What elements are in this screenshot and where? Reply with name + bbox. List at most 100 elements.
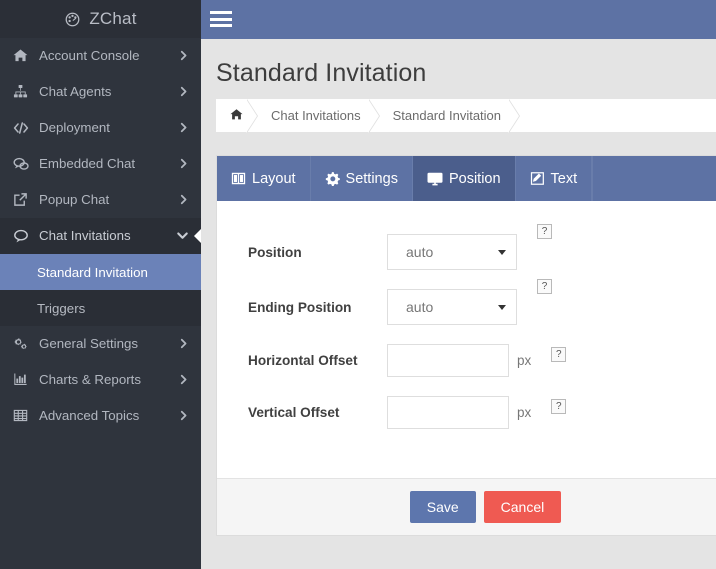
sidebar-item-charts-reports[interactable]: Charts & Reports bbox=[0, 362, 201, 398]
ending-position-select-value: auto bbox=[406, 299, 434, 315]
chevron-down-icon bbox=[176, 229, 189, 242]
sidebar-item-label: Advanced Topics bbox=[39, 408, 140, 423]
tab-label: Text bbox=[550, 170, 578, 187]
form-row-ending-position: Ending Position auto ? bbox=[217, 279, 716, 325]
hamburger-icon[interactable] bbox=[210, 9, 232, 29]
chevron-down-icon bbox=[498, 305, 506, 310]
cogs-icon bbox=[13, 336, 35, 352]
sidebar-item-label: General Settings bbox=[39, 336, 139, 351]
tab-layout[interactable]: Layout bbox=[217, 156, 311, 201]
breadcrumb: Chat Invitations Standard Invitation bbox=[216, 98, 716, 133]
breadcrumb-item-chat-invitations[interactable]: Chat Invitations bbox=[257, 98, 380, 133]
tab-settings[interactable]: Settings bbox=[311, 156, 413, 201]
position-label: Position bbox=[248, 244, 302, 260]
sidebar-subitem-label: Triggers bbox=[37, 300, 86, 316]
vertical-offset-help-icon[interactable]: ? bbox=[551, 399, 567, 414]
sidebar-item-account-console[interactable]: Account Console bbox=[0, 38, 201, 74]
pencil-square-icon bbox=[530, 171, 545, 186]
gear-icon bbox=[325, 171, 340, 186]
breadcrumb-home[interactable] bbox=[216, 98, 258, 133]
vertical-offset-unit: px bbox=[517, 405, 532, 420]
columns-icon bbox=[231, 171, 246, 186]
sidebar-item-triggers[interactable]: Triggers bbox=[0, 290, 201, 326]
horizontal-offset-unit: px bbox=[517, 353, 532, 368]
tab-bar-filler bbox=[592, 156, 716, 201]
sidebar-item-chat-agents[interactable]: Chat Agents bbox=[0, 74, 201, 110]
chevron-right-icon bbox=[178, 86, 189, 97]
position-form: Position auto ? Ending Position auto ? H… bbox=[217, 201, 716, 478]
tab-position[interactable]: Position bbox=[412, 156, 516, 201]
save-button[interactable]: Save bbox=[409, 490, 476, 524]
sidebar-item-chat-invitations[interactable]: Chat Invitations bbox=[0, 218, 201, 254]
hamburger-bar bbox=[210, 17, 232, 21]
horizontal-offset-help-icon[interactable]: ? bbox=[551, 347, 567, 362]
chevron-right-icon bbox=[178, 50, 189, 61]
comments-icon bbox=[13, 156, 35, 172]
sidebar-item-embedded-chat[interactable]: Embedded Chat bbox=[0, 146, 201, 182]
sidebar-item-standard-invitation[interactable]: Standard Invitation bbox=[0, 254, 201, 290]
chevron-down-icon bbox=[498, 250, 506, 255]
chevron-right-icon bbox=[178, 122, 189, 133]
horizontal-offset-input[interactable] bbox=[387, 344, 509, 377]
brand-label: ZChat bbox=[89, 9, 137, 28]
brand-logo[interactable]: ZChat bbox=[0, 0, 201, 38]
form-row-horizontal-offset: Horizontal Offset px ? bbox=[217, 344, 716, 377]
app-root: ZChat Account Console Chat Agents Deploy… bbox=[0, 0, 716, 569]
sitemap-icon bbox=[13, 84, 35, 99]
chevron-right-icon bbox=[178, 158, 189, 169]
sidebar-item-label: Charts & Reports bbox=[39, 372, 141, 387]
breadcrumb-label: Chat Invitations bbox=[271, 108, 361, 123]
sidebar-item-label: Popup Chat bbox=[39, 192, 110, 207]
tab-label: Layout bbox=[252, 170, 296, 187]
vertical-offset-input[interactable] bbox=[387, 396, 509, 429]
ending-position-select[interactable]: auto bbox=[387, 289, 517, 325]
sidebar-item-label: Account Console bbox=[39, 48, 140, 63]
page-title: Standard Invitation bbox=[216, 59, 427, 87]
hamburger-bar bbox=[210, 24, 232, 27]
sidebar-item-deployment[interactable]: Deployment bbox=[0, 110, 201, 146]
code-icon bbox=[13, 120, 35, 136]
sidebar-nav: Account Console Chat Agents Deployment E… bbox=[0, 38, 201, 434]
home-icon bbox=[13, 48, 35, 63]
dashboard-icon bbox=[64, 11, 81, 28]
hamburger-bar bbox=[210, 11, 232, 14]
chevron-right-icon bbox=[178, 338, 189, 349]
chevron-right-icon bbox=[178, 374, 189, 385]
desktop-icon bbox=[427, 171, 443, 187]
tab-label: Position bbox=[448, 170, 501, 187]
position-help-icon[interactable]: ? bbox=[537, 224, 552, 239]
chevron-right-icon bbox=[178, 194, 189, 205]
panel-footer: Save Cancel bbox=[217, 478, 716, 535]
sidebar-item-popup-chat[interactable]: Popup Chat bbox=[0, 182, 201, 218]
sidebar-item-general-settings[interactable]: General Settings bbox=[0, 326, 201, 362]
tab-label: Settings bbox=[345, 170, 398, 187]
ending-position-help-icon[interactable]: ? bbox=[537, 279, 552, 294]
sidebar-item-advanced-topics[interactable]: Advanced Topics bbox=[0, 398, 201, 434]
sidebar-item-label: Chat Invitations bbox=[39, 228, 131, 243]
cancel-button[interactable]: Cancel bbox=[483, 490, 562, 524]
sidebar-item-label: Deployment bbox=[39, 120, 110, 135]
external-link-icon bbox=[13, 192, 35, 207]
sidebar-subitem-label: Standard Invitation bbox=[37, 264, 148, 280]
sidebar: ZChat Account Console Chat Agents Deploy… bbox=[0, 0, 201, 569]
form-row-vertical-offset: Vertical Offset px ? bbox=[217, 396, 716, 429]
settings-panel: Layout Settings Position Text Position a… bbox=[216, 155, 716, 536]
sidebar-item-label: Embedded Chat bbox=[39, 156, 136, 171]
home-icon bbox=[230, 108, 243, 124]
breadcrumb-item-standard-invitation[interactable]: Standard Invitation bbox=[379, 98, 521, 133]
sidebar-item-label: Chat Agents bbox=[39, 84, 112, 99]
ending-position-label: Ending Position bbox=[248, 299, 352, 315]
table-icon bbox=[13, 408, 35, 423]
tab-text[interactable]: Text bbox=[516, 156, 593, 201]
breadcrumb-label: Standard Invitation bbox=[392, 108, 502, 123]
comment-icon bbox=[13, 228, 35, 244]
position-select[interactable]: auto bbox=[387, 234, 517, 270]
top-header-bar bbox=[201, 0, 716, 39]
sidebar-subnav-chat-invitations: Standard Invitation Triggers bbox=[0, 254, 201, 326]
chevron-right-icon bbox=[178, 410, 189, 421]
horizontal-offset-label: Horizontal Offset bbox=[248, 353, 358, 368]
main-content: Standard Invitation Chat Invitations Sta… bbox=[201, 39, 716, 569]
vertical-offset-label: Vertical Offset bbox=[248, 405, 340, 420]
tab-bar: Layout Settings Position Text bbox=[217, 156, 716, 201]
form-row-position: Position auto ? bbox=[217, 224, 716, 270]
